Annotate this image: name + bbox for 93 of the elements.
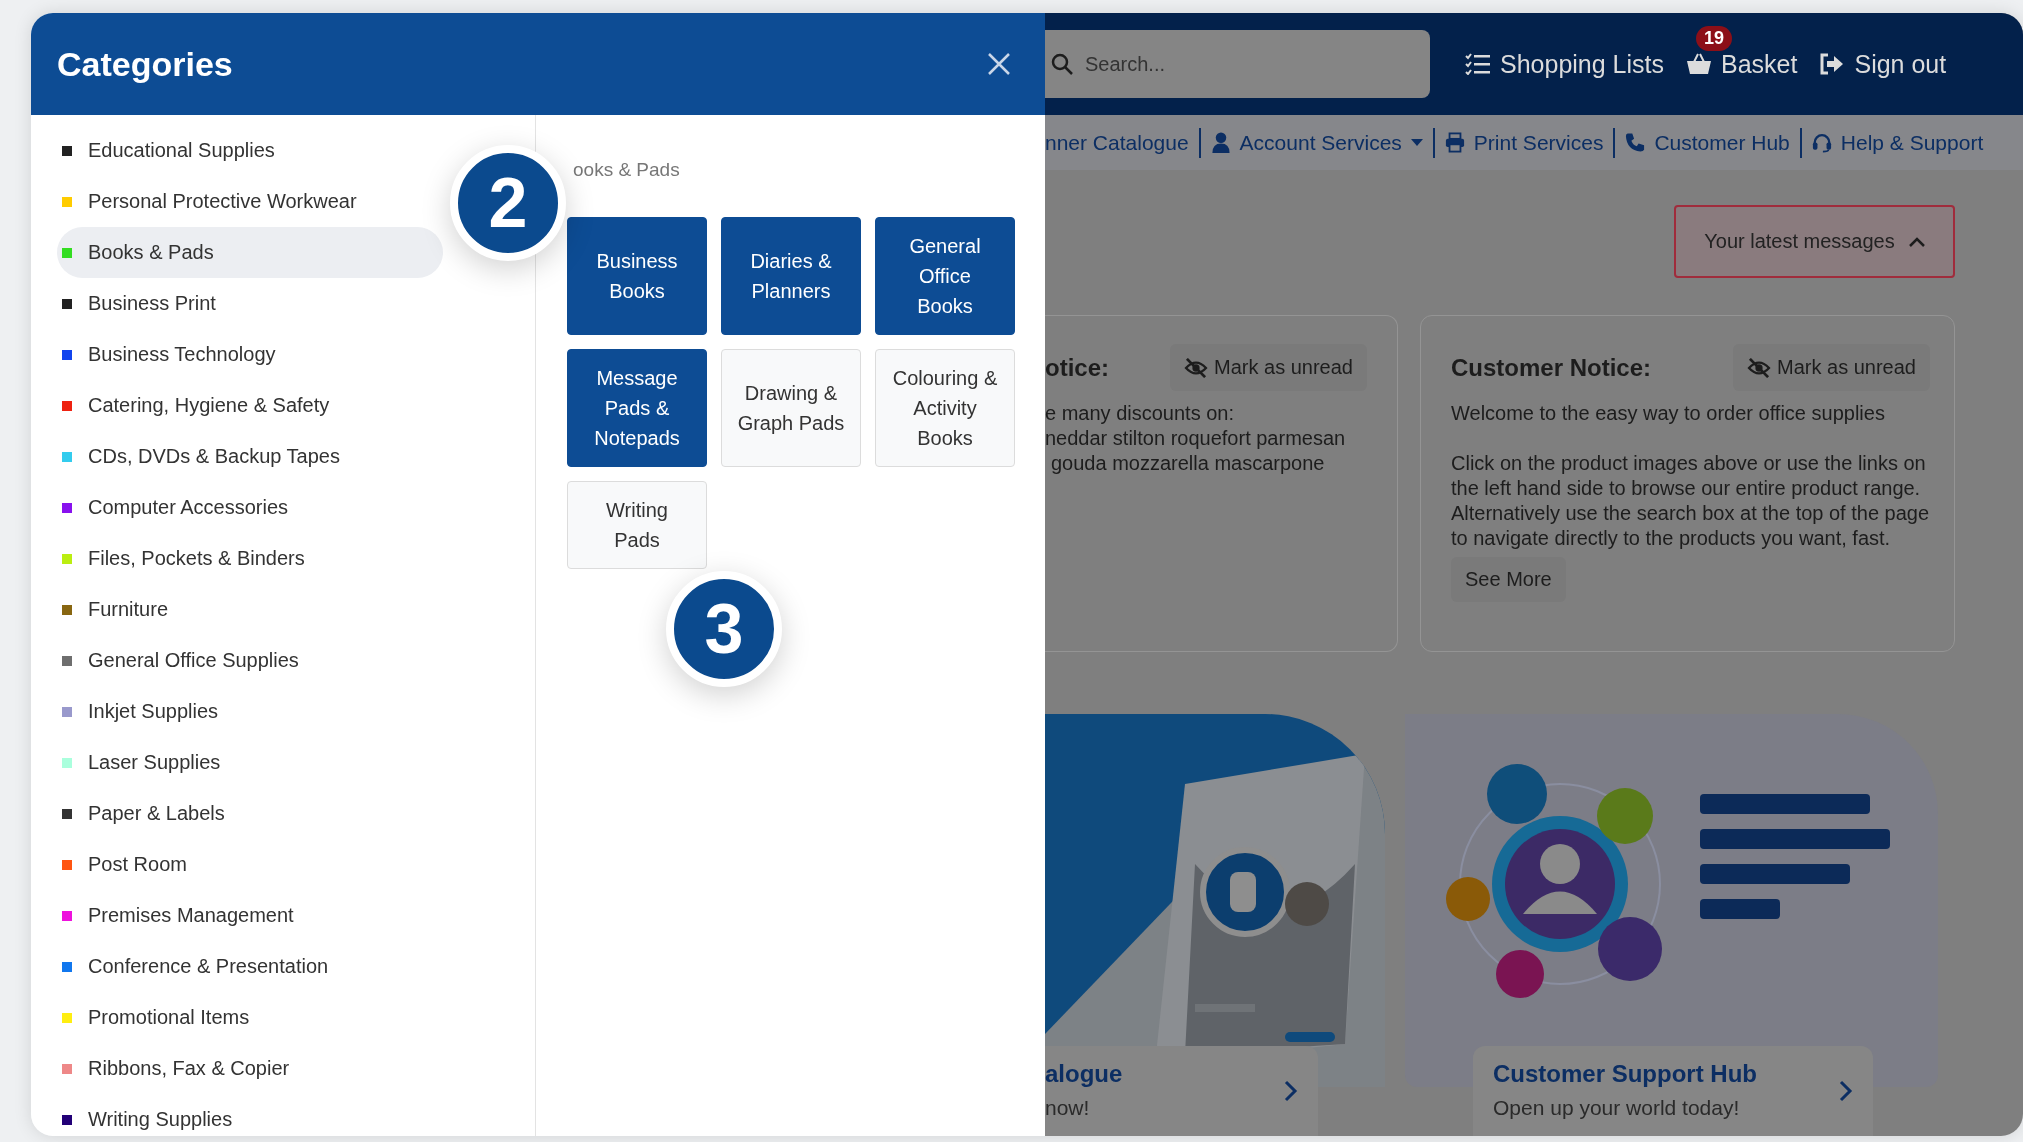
notice-title: Customer Notice: bbox=[1451, 353, 1652, 382]
checklist-icon bbox=[1465, 53, 1491, 75]
notice-text: Welcome to the easy way to order office supplies bbox=[1451, 401, 1886, 426]
messages-button[interactable]: Your latest messages bbox=[1674, 205, 1955, 278]
notice-text: e many discounts on: bbox=[1045, 401, 1235, 426]
category-label: Educational Supplies bbox=[88, 139, 275, 162]
caret-icon bbox=[1410, 138, 1423, 147]
category-label: Computer Accessories bbox=[88, 496, 289, 519]
category-item[interactable]: Ribbons, Fax & Copier bbox=[57, 1043, 443, 1094]
nav-link[interactable]: Customer Hub bbox=[1615, 130, 1800, 155]
category-label: CDs, DVDs & Backup Tapes bbox=[88, 445, 340, 468]
banner-caption[interactable]: Customer Support Hub Open up your world today! bbox=[1473, 1046, 1873, 1136]
header-link[interactable]: Sign out bbox=[1819, 49, 1947, 79]
panel-title: Categories bbox=[57, 44, 233, 84]
category-label: Personal Protective Workwear bbox=[88, 190, 357, 213]
subcategory-tile[interactable]: Colouring & Activity Books bbox=[875, 349, 1015, 467]
header-link[interactable]: Shopping Lists bbox=[1465, 49, 1664, 79]
banner-title: Customer Support Hub bbox=[1493, 1060, 1757, 1088]
category-label: Catering, Hygiene & Safety bbox=[88, 394, 330, 417]
category-label: Inkjet Supplies bbox=[88, 700, 219, 723]
category-label: Books & Pads bbox=[88, 241, 214, 264]
nav-label: Help & Support bbox=[1840, 130, 1984, 155]
printer-icon bbox=[1444, 132, 1465, 153]
mark-unread-button[interactable]: Mark as unread bbox=[1170, 344, 1367, 391]
category-item[interactable]: Catering, Hygiene & Safety bbox=[57, 380, 443, 431]
banner-subtitle: Open up your world today! bbox=[1493, 1096, 1741, 1120]
notice-text: gouda mozzarella mascarpone bbox=[1050, 451, 1326, 476]
count-badge: 19 bbox=[1696, 25, 1733, 51]
nav-label: Customer Hub bbox=[1654, 130, 1790, 155]
banner-subtitle: now! bbox=[1045, 1096, 1091, 1120]
eye-slash-icon bbox=[1747, 357, 1772, 378]
user-icon bbox=[1210, 132, 1231, 153]
banner-title: alogue bbox=[1045, 1060, 1123, 1088]
basket-icon bbox=[1686, 53, 1712, 75]
see-more-button[interactable]: See More bbox=[1451, 557, 1566, 602]
chevron-right-icon bbox=[1839, 1080, 1853, 1102]
header-link[interactable]: Basket 19 bbox=[1686, 25, 1798, 79]
chevron-up-icon bbox=[1908, 236, 1925, 247]
subcategory-heading: ooks & Pads bbox=[573, 159, 681, 181]
category-item[interactable]: Promotional Items bbox=[57, 992, 443, 1043]
category-label: Business Print bbox=[88, 292, 216, 315]
headset-icon bbox=[1811, 132, 1832, 153]
category-item[interactable]: Personal Protective Workwear bbox=[57, 176, 443, 227]
category-item[interactable]: General Office Supplies bbox=[57, 635, 443, 686]
nav-label: Account Services bbox=[1239, 130, 1402, 155]
search-field[interactable]: Search... bbox=[1045, 30, 1430, 98]
category-item[interactable]: Post Room bbox=[57, 839, 443, 890]
category-item[interactable]: Educational Supplies bbox=[57, 125, 443, 176]
subcategory-tile[interactable]: General Office Books bbox=[875, 217, 1015, 335]
category-label: Furniture bbox=[88, 598, 169, 621]
category-item[interactable]: Books & Pads bbox=[57, 227, 443, 278]
category-label: Promotional Items bbox=[88, 1006, 250, 1029]
notice-text: neddar stilton roquefort parmesan bbox=[1045, 426, 1347, 451]
category-label: Paper & Labels bbox=[88, 802, 225, 825]
chevron-right-icon bbox=[1284, 1080, 1298, 1102]
category-item[interactable]: Files, Pockets & Binders bbox=[57, 533, 443, 584]
category-item[interactable]: Business Print bbox=[57, 278, 443, 329]
category-item[interactable]: Conference & Presentation bbox=[57, 941, 443, 992]
category-item[interactable]: Furniture bbox=[57, 584, 443, 635]
notice-title: otice: bbox=[1045, 353, 1109, 382]
category-label: Conference & Presentation bbox=[88, 955, 329, 978]
phone-icon bbox=[1625, 132, 1646, 153]
subcategory-tile[interactable]: Message Pads & Notepads bbox=[567, 349, 707, 467]
category-label: General Office Supplies bbox=[88, 649, 299, 672]
category-item[interactable]: CDs, DVDs & Backup Tapes bbox=[57, 431, 443, 482]
category-item[interactable]: Laser Supplies bbox=[57, 737, 443, 788]
banner-caption[interactable]: alogue now! bbox=[1045, 1046, 1318, 1136]
category-item[interactable]: Business Technology bbox=[57, 329, 443, 380]
category-label: Business Technology bbox=[88, 343, 276, 366]
category-item[interactable]: Paper & Labels bbox=[57, 788, 443, 839]
eye-slash-icon bbox=[1184, 357, 1209, 378]
category-label: Premises Management bbox=[88, 904, 294, 927]
category-label: Ribbons, Fax & Copier bbox=[88, 1057, 290, 1080]
subcategory-tile[interactable]: Business Books bbox=[567, 217, 707, 335]
notice-text: Click on the product images above or use the links on the left hand side to browse our entire product range. Alternatively use the search box at the top of the page to navigate directly to the products you want, fast. bbox=[1451, 451, 1930, 551]
nav-link[interactable]: Help & Support bbox=[1801, 130, 1994, 155]
category-item[interactable]: Premises Management bbox=[57, 890, 443, 941]
close-icon[interactable] bbox=[987, 52, 1011, 76]
search-icon bbox=[1051, 53, 1073, 75]
category-label: Post Room bbox=[88, 853, 187, 876]
subcategory-tile[interactable]: Writing Pads bbox=[567, 481, 707, 569]
category-label: Files, Pockets & Binders bbox=[88, 547, 305, 570]
nav-label: Print Services bbox=[1473, 130, 1604, 155]
nav-link[interactable]: Account Services bbox=[1200, 130, 1433, 155]
mark-unread-button[interactable]: Mark as unread bbox=[1733, 344, 1930, 391]
category-label: Laser Supplies bbox=[88, 751, 221, 774]
subcategory-tile[interactable]: Drawing & Graph Pads bbox=[721, 349, 861, 467]
category-item[interactable]: Writing Supplies bbox=[57, 1094, 443, 1136]
nav-link[interactable]: Print Services bbox=[1434, 130, 1614, 155]
category-label: Writing Supplies bbox=[88, 1108, 233, 1131]
category-item[interactable]: Inkjet Supplies bbox=[57, 686, 443, 737]
category-item[interactable]: Computer Accessories bbox=[57, 482, 443, 533]
subcategory-tile[interactable]: Diaries & Planners bbox=[721, 217, 861, 335]
